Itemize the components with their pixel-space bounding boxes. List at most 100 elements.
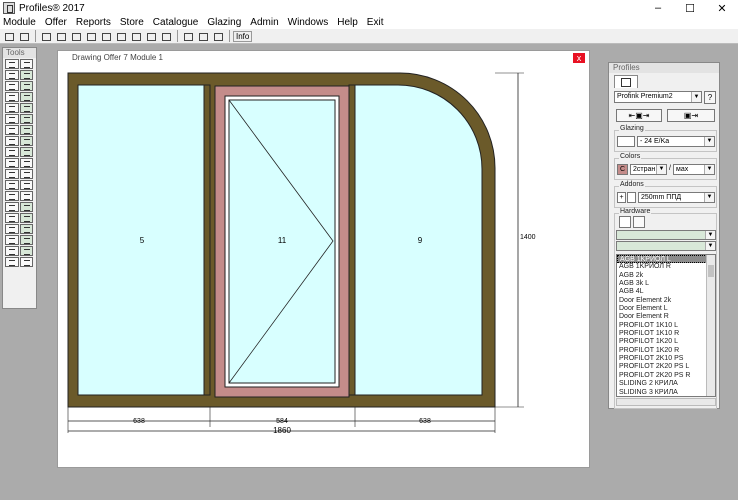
transom-tool-icon[interactable] — [5, 125, 19, 135]
list-item[interactable]: PROFILOT 2K20 PS L — [617, 363, 715, 371]
menu-store[interactable]: Store — [120, 17, 144, 28]
color-inner-select[interactable]: 2стран ▼ — [630, 164, 667, 175]
handle-tool-icon[interactable] — [5, 191, 19, 201]
menu-help[interactable]: Help — [337, 17, 358, 28]
panel-tool-icon[interactable] — [5, 202, 19, 212]
hardware-filter-select-1[interactable]: ▼ — [616, 230, 716, 240]
multi-mullion-fill-icon[interactable] — [19, 103, 33, 113]
double-tool-icon[interactable] — [5, 169, 19, 179]
new-icon[interactable] — [2, 30, 15, 42]
list-item[interactable]: AGB 1KРИОЛ L — [617, 255, 715, 264]
print-icon[interactable] — [39, 30, 52, 42]
profile-add-right-button[interactable]: ▣⇥ — [667, 109, 715, 122]
vertical-mullion-fill-icon[interactable] — [19, 81, 33, 91]
eraser-tool-icon[interactable] — [19, 59, 33, 69]
transom-fill-icon[interactable] — [19, 125, 33, 135]
hardware-filter-select-2[interactable]: ▼ — [616, 241, 716, 251]
color-code-button[interactable]: C — [617, 164, 628, 175]
list-icon[interactable] — [196, 30, 209, 42]
menu-exit[interactable]: Exit — [367, 17, 384, 28]
list-item[interactable]: AGB 1KРИОЛ R — [617, 263, 715, 271]
list-item[interactable]: PROFILOT 2K10 PS — [617, 355, 715, 363]
scrollbar-thumb[interactable] — [708, 265, 714, 277]
list-item[interactable]: PROFILOT 1K10 L — [617, 322, 715, 330]
split-tool-icon[interactable] — [5, 158, 19, 168]
close-icon[interactable]: ✕ — [706, 0, 738, 16]
pointer-tool-icon[interactable] — [5, 59, 19, 69]
opening-alt-tool-icon[interactable] — [19, 180, 33, 190]
profile-system-select[interactable]: Profink Premium2 ▼ — [614, 91, 702, 103]
hardware-door-icon[interactable] — [633, 216, 645, 228]
addon-checkbox[interactable] — [627, 192, 636, 203]
list-item[interactable]: Door Element 2k — [617, 297, 715, 305]
addons-select[interactable]: 250mm ППД ▼ — [638, 192, 715, 203]
menu-module[interactable]: Module — [3, 17, 36, 28]
sash-fill-icon[interactable] — [19, 114, 33, 124]
handle-alt-tool-icon[interactable] — [19, 191, 33, 201]
menu-admin[interactable]: Admin — [250, 17, 278, 28]
maximize-icon[interactable]: ☐ — [674, 0, 706, 16]
split-alt-tool-icon[interactable] — [19, 158, 33, 168]
opening-tool-icon[interactable] — [5, 180, 19, 190]
grid-fill-icon[interactable] — [19, 136, 33, 146]
color-outer-select[interactable]: мах ▼ — [673, 164, 715, 175]
dimension-fill-icon[interactable] — [19, 213, 33, 223]
info-button[interactable]: Info — [233, 30, 253, 42]
list-item[interactable]: PROFILOT 1K20 R — [617, 347, 715, 355]
addon-add-icon[interactable]: + — [617, 192, 626, 203]
glazing-swatch-icon[interactable] — [617, 136, 635, 147]
vertical-mullion-tool-icon[interactable] — [5, 81, 19, 91]
horizontal-mullion-tool-icon[interactable] — [5, 92, 19, 102]
hardware-list[interactable]: AGB 1KРИОЛ L AGB 1KРИОЛ R AGB 2k AGB 3k … — [616, 254, 716, 397]
redo-icon[interactable] — [159, 30, 172, 42]
split-icon[interactable] — [99, 30, 112, 42]
list-item[interactable]: Door Element R — [617, 313, 715, 321]
profile-add-left-button[interactable]: ⇤▣⇥ — [616, 109, 662, 122]
list-item[interactable]: PROFILOT 1K10 R — [617, 330, 715, 338]
glazing-select[interactable]: - 24 E/Ka ▼ — [637, 136, 715, 147]
open-icon[interactable] — [17, 30, 30, 42]
hardware-hscrollbar[interactable] — [616, 398, 716, 406]
minimize-icon[interactable]: – — [642, 0, 674, 16]
slope-fill-icon[interactable] — [19, 246, 33, 256]
sash-tool-icon[interactable] — [5, 114, 19, 124]
bars-fill-icon[interactable] — [19, 147, 33, 157]
undo-icon[interactable] — [144, 30, 157, 42]
list-item[interactable]: PROFILOT 1K20 L — [617, 338, 715, 346]
arc-tool-icon[interactable] — [5, 224, 19, 234]
curve-tool-icon[interactable] — [5, 235, 19, 245]
panel-fill-icon[interactable] — [19, 202, 33, 212]
list-item[interactable]: AGB 3k L — [617, 280, 715, 288]
menu-reports[interactable]: Reports — [76, 17, 111, 28]
menu-offer[interactable]: Offer — [45, 17, 67, 28]
hardware-list-scrollbar[interactable] — [706, 255, 715, 396]
shape-tool-icon[interactable] — [5, 257, 19, 267]
copy-icon[interactable] — [69, 30, 82, 42]
arc-fill-icon[interactable] — [19, 224, 33, 234]
shape-dropdown-icon[interactable] — [19, 257, 33, 267]
profile-tab-icon[interactable] — [614, 75, 638, 88]
hardware-window-icon[interactable] — [619, 216, 631, 228]
align-icon[interactable] — [84, 30, 97, 42]
slope-tool-icon[interactable] — [5, 246, 19, 256]
columns-icon[interactable] — [181, 30, 194, 42]
list-item[interactable]: Door Element L — [617, 305, 715, 313]
curve-fill-icon[interactable] — [19, 235, 33, 245]
mirror-icon[interactable] — [114, 30, 127, 42]
menu-windows[interactable]: Windows — [288, 17, 329, 28]
multi-mullion-tool-icon[interactable] — [5, 103, 19, 113]
grid-icon[interactable] — [211, 30, 224, 42]
grid-tool-icon[interactable] — [5, 136, 19, 146]
dimension-tool-icon[interactable] — [5, 213, 19, 223]
menu-catalogue[interactable]: Catalogue — [153, 17, 199, 28]
window-drawing[interactable]: 5 11 9 1400 638 584 638 1860 — [58, 51, 591, 469]
select-icon[interactable] — [129, 30, 142, 42]
menu-glazing[interactable]: Glazing — [207, 17, 241, 28]
frame-tool-icon[interactable] — [5, 70, 19, 80]
zoom-icon[interactable] — [54, 30, 67, 42]
list-item[interactable]: PROFILOT 2K20 PS R — [617, 372, 715, 380]
frame-fill-tool-icon[interactable] — [19, 70, 33, 80]
profile-help-button[interactable]: ? — [704, 91, 716, 104]
horizontal-mullion-fill-icon[interactable] — [19, 92, 33, 102]
bars-tool-icon[interactable] — [5, 147, 19, 157]
